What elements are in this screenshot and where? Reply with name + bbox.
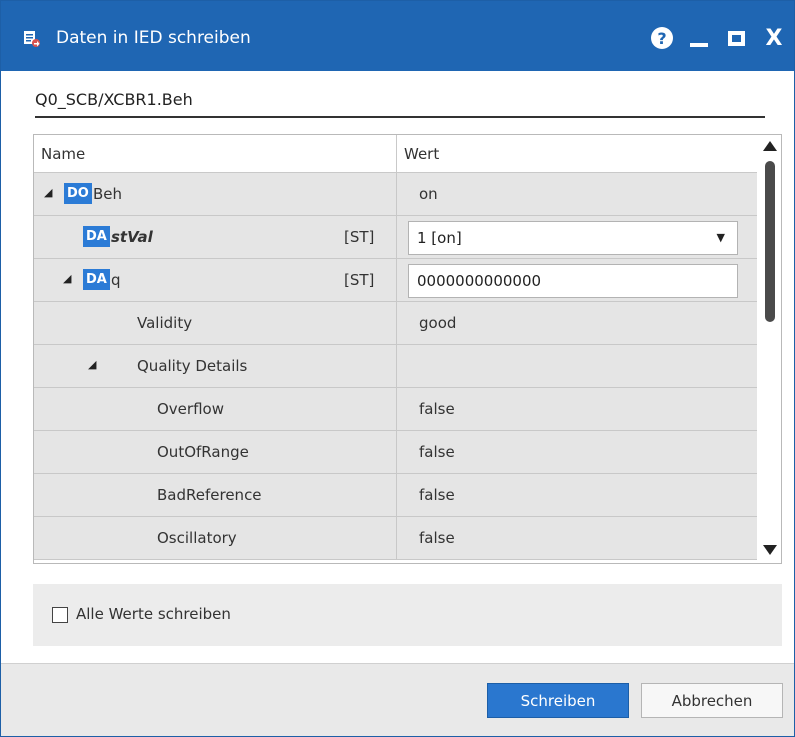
dialog-window: Daten in IED schreiben ? X Q0_SCB/XCBR1.…	[0, 0, 795, 737]
cell-separator	[396, 388, 397, 431]
cell-separator	[396, 259, 397, 302]
table-row[interactable]: Oscillatory false	[34, 517, 757, 560]
functional-constraint: [ST]	[344, 228, 375, 246]
column-divider[interactable]	[396, 135, 397, 173]
cell-separator	[396, 474, 397, 517]
row-name: Overflow	[157, 400, 224, 418]
cancel-button[interactable]: Abbrechen	[641, 683, 783, 718]
row-name: BadReference	[157, 486, 262, 504]
row-name: q	[111, 271, 121, 289]
scroll-down-arrow-icon[interactable]	[763, 545, 777, 555]
cell-separator	[396, 302, 397, 345]
quality-input[interactable]: 0000000000000	[408, 264, 738, 298]
maximize-icon	[727, 30, 745, 46]
dialog-footer: Schreiben Abbrechen	[1, 663, 794, 736]
row-value: false	[419, 529, 455, 547]
cell-separator	[396, 431, 397, 474]
cell-separator	[396, 173, 397, 216]
scrollbar-thumb[interactable]	[765, 161, 775, 322]
table-row[interactable]: DA stVal [ST] 1 [on] ▼	[34, 216, 757, 259]
quality-input-value: 0000000000000	[417, 272, 542, 290]
object-path: Q0_SCB/XCBR1.Beh	[35, 86, 765, 118]
da-badge: DA	[83, 226, 110, 247]
stval-select-value: 1 [on]	[417, 229, 462, 247]
data-grid: Name Wert ◢ DO Beh on DA stVal [ST] 1 [o…	[33, 134, 782, 564]
row-value: on	[419, 185, 438, 203]
row-name: Beh	[93, 185, 123, 203]
write-button[interactable]: Schreiben	[487, 683, 629, 718]
minimize-button[interactable]	[687, 25, 711, 51]
row-value: false	[419, 400, 455, 418]
table-row[interactable]: ◢ DA q [ST] 0000000000000	[34, 259, 757, 302]
all-values-label[interactable]: Alle Werte schreiben	[76, 605, 231, 623]
help-icon: ?	[651, 27, 673, 49]
collapse-triangle-icon[interactable]: ◢	[88, 358, 96, 371]
row-name: stVal	[111, 228, 153, 246]
row-value: false	[419, 443, 455, 461]
table-row[interactable]: OutOfRange false	[34, 431, 757, 474]
vertical-scrollbar[interactable]	[758, 135, 781, 563]
scroll-up-arrow-icon[interactable]	[763, 141, 777, 151]
cell-separator	[396, 216, 397, 259]
window-title: Daten in IED schreiben	[56, 28, 251, 48]
row-name: Quality Details	[137, 357, 248, 375]
row-value: good	[419, 314, 457, 332]
maximize-button[interactable]	[724, 25, 748, 51]
table-row[interactable]: BadReference false	[34, 474, 757, 517]
row-value: false	[419, 486, 455, 504]
stval-select[interactable]: 1 [on] ▼	[408, 221, 738, 255]
do-badge: DO	[64, 183, 92, 204]
all-values-checkbox[interactable]	[52, 607, 68, 623]
collapse-triangle-icon[interactable]: ◢	[63, 272, 71, 285]
functional-constraint: [ST]	[344, 271, 375, 289]
row-name: Validity	[137, 314, 193, 332]
da-badge: DA	[83, 269, 110, 290]
minimize-icon	[690, 43, 708, 47]
chevron-down-icon: ▼	[716, 231, 725, 244]
row-name: OutOfRange	[157, 443, 249, 461]
table-row[interactable]: ◢ Quality Details	[34, 345, 757, 388]
grid-header: Name Wert	[34, 135, 757, 173]
column-header-name[interactable]: Name	[41, 145, 85, 163]
cell-separator	[396, 517, 397, 560]
table-row[interactable]: ◢ DO Beh on	[34, 173, 757, 216]
table-row[interactable]: Overflow false	[34, 388, 757, 431]
cell-separator	[396, 345, 397, 388]
collapse-triangle-icon[interactable]: ◢	[44, 186, 52, 199]
close-button[interactable]: X	[761, 25, 787, 51]
options-panel: Alle Werte schreiben	[33, 584, 782, 646]
table-row[interactable]: Validity good	[34, 302, 757, 345]
grid-rows: ◢ DO Beh on DA stVal [ST] 1 [on] ▼ ◢ DA …	[34, 173, 757, 560]
write-data-icon	[24, 31, 40, 47]
title-bar: Daten in IED schreiben ? X	[1, 1, 794, 71]
column-header-wert[interactable]: Wert	[404, 145, 439, 163]
row-name: Oscillatory	[157, 529, 237, 547]
help-button[interactable]: ?	[649, 25, 675, 51]
